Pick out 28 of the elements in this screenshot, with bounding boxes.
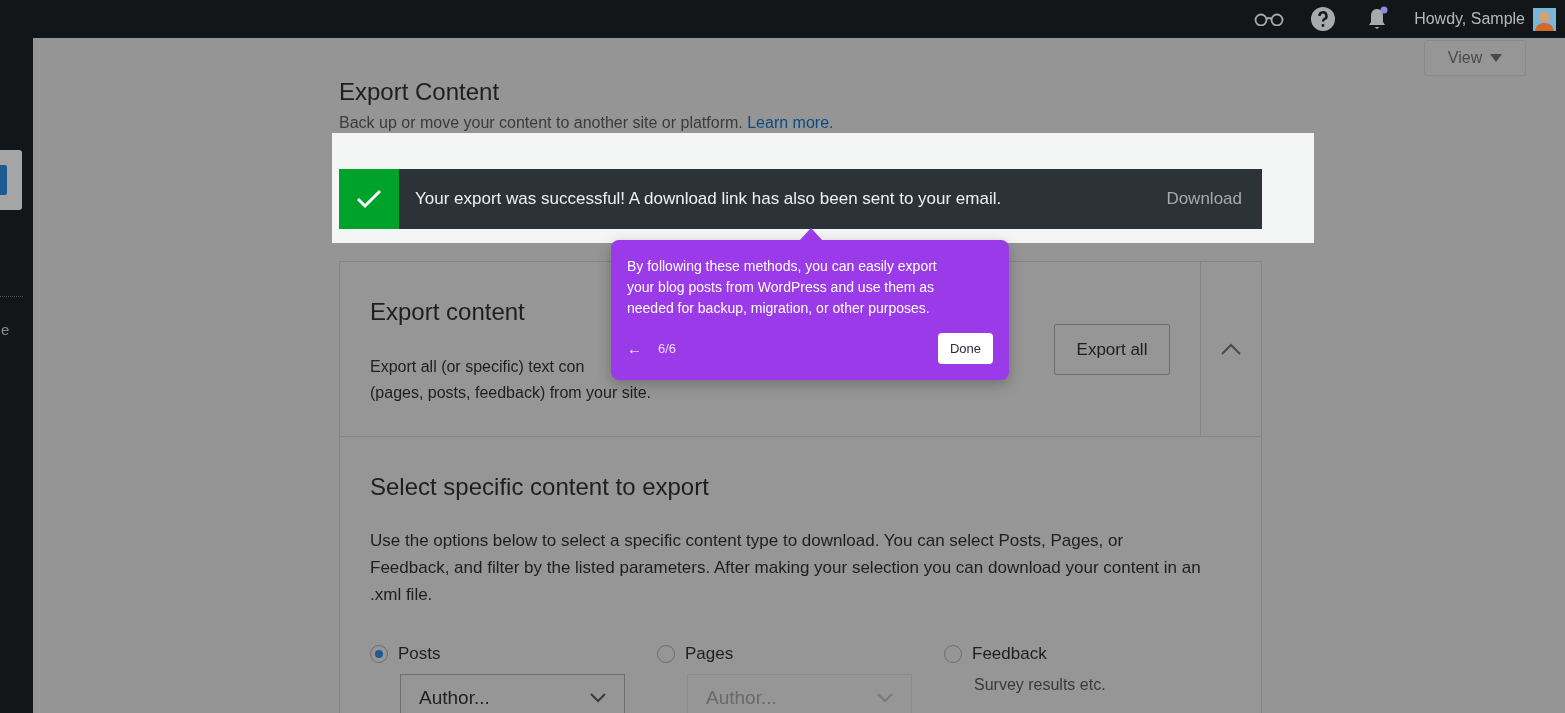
view-button[interactable]: View xyxy=(1424,40,1526,76)
radio-option[interactable]: Feedback xyxy=(944,644,1231,664)
chevron-icon xyxy=(1221,343,1241,355)
section-title: Export content xyxy=(370,298,525,326)
page-title: Export Content xyxy=(339,78,501,106)
description-line: Export all (or specific) text con xyxy=(370,357,585,377)
back-button[interactable]: ← xyxy=(627,340,642,357)
done-button[interactable]: Done xyxy=(937,333,993,364)
learn-more-link[interactable]: Learn more. xyxy=(747,114,834,131)
author-select[interactable]: Author... xyxy=(400,674,625,713)
sidebar-tab[interactable] xyxy=(0,150,22,210)
radio-option[interactable]: Posts xyxy=(370,644,657,664)
checkmark-icon xyxy=(356,189,382,209)
section-title: Select specific content to export xyxy=(370,473,710,501)
description-line: (pages, posts, feedback) from your site. xyxy=(370,383,651,403)
option-note: Survey results etc. xyxy=(974,676,1107,694)
download-link[interactable]: Download xyxy=(1166,169,1262,229)
chevron-down-icon xyxy=(590,693,606,703)
step-counter: 6/6 xyxy=(658,341,678,356)
sidebar-item[interactable]: e xyxy=(1,321,10,338)
section-description: Use the options below to select a specific content type to download. You can select Posts, Pages, or Feedback, and filter by the listed parameters. After making your selection you can download your content in an .xml file. xyxy=(370,530,1202,606)
caret-icon xyxy=(1490,54,1503,62)
tooltip-text: By following these methods, you can easily export your blog posts from WordPress and use them as needed for backup, migration, or other purposes. xyxy=(627,257,938,318)
notice-message: Your export was successful! A download link has also been sent to your email. xyxy=(414,188,1003,210)
export-all-button[interactable]: Export all xyxy=(1054,324,1170,375)
avatar-icon[interactable] xyxy=(1533,7,1556,31)
greeting-text[interactable]: Howdy, Sample xyxy=(1414,10,1525,28)
chevron-down-icon xyxy=(877,693,893,703)
